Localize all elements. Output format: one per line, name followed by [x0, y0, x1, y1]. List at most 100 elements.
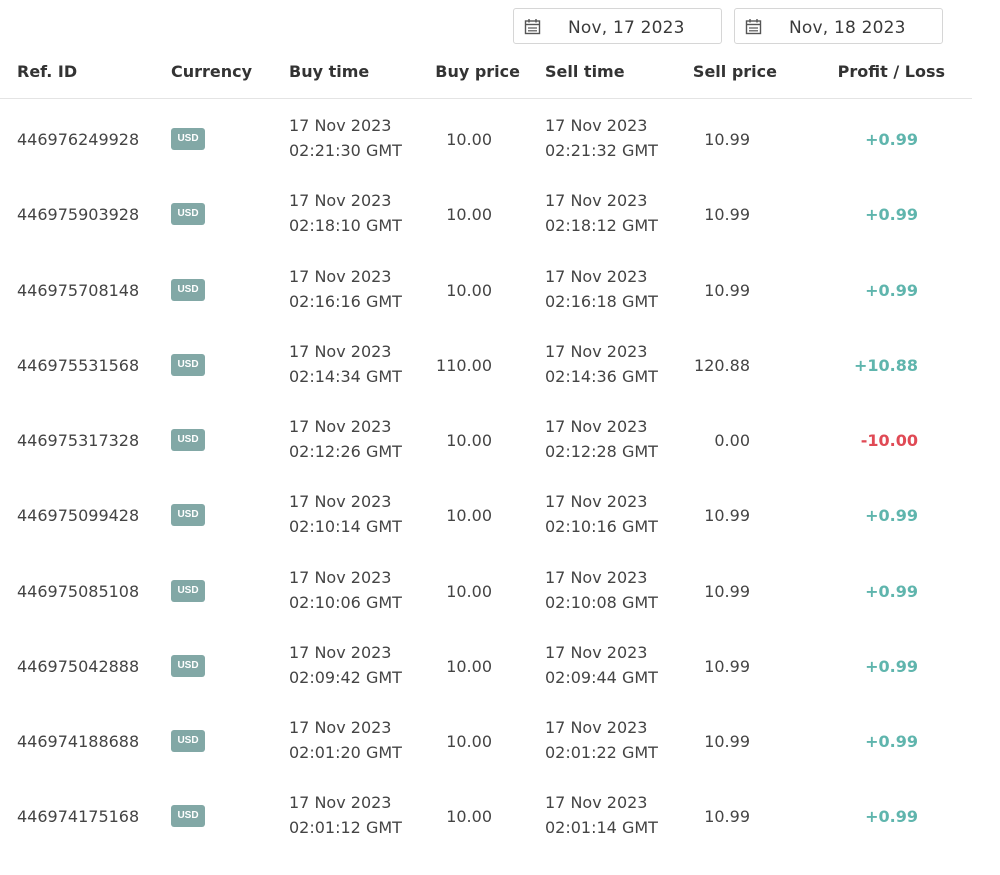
sell-price: 0.00 — [714, 431, 750, 450]
column-header-currency[interactable]: Currency — [171, 62, 252, 81]
buy-date: 17 Nov 2023 — [289, 267, 392, 286]
profit-loss: +0.99 — [865, 281, 918, 300]
sell-price: 10.99 — [704, 732, 750, 751]
profit-loss: +0.99 — [865, 732, 918, 751]
column-header-sell-time[interactable]: Sell time — [545, 62, 625, 81]
sell-price: 10.99 — [704, 807, 750, 826]
sell-clock: 02:12:28 GMT — [545, 442, 658, 461]
ref-id: 446975085108 — [17, 582, 140, 601]
sell-clock: 02:01:14 GMT — [545, 818, 658, 837]
buy-date: 17 Nov 2023 — [289, 417, 392, 436]
sell-time: 17 Nov 2023 02:21:32 GMT — [545, 113, 685, 163]
buy-date: 17 Nov 2023 — [289, 342, 392, 361]
buy-date: 17 Nov 2023 — [289, 191, 392, 210]
sell-time: 17 Nov 2023 02:09:44 GMT — [545, 640, 685, 690]
column-header-buy-time[interactable]: Buy time — [289, 62, 369, 81]
buy-price: 110.00 — [436, 356, 492, 375]
column-header-buy-price[interactable]: Buy price — [435, 62, 520, 81]
buy-time: 17 Nov 2023 02:16:16 GMT — [289, 264, 429, 314]
calendar-icon — [745, 19, 762, 35]
currency-badge: USD — [171, 354, 205, 376]
buy-clock: 02:12:26 GMT — [289, 442, 402, 461]
buy-price: 10.00 — [446, 732, 492, 751]
buy-price: 10.00 — [446, 657, 492, 676]
table-row[interactable]: 446976249928 USD 17 Nov 2023 02:21:30 GMT… — [0, 102, 972, 177]
buy-price: 10.00 — [446, 281, 492, 300]
sell-time: 17 Nov 2023 02:14:36 GMT — [545, 339, 685, 389]
sell-price: 10.99 — [704, 205, 750, 224]
profit-loss: +10.88 — [853, 356, 918, 375]
sell-time: 17 Nov 2023 02:01:22 GMT — [545, 715, 685, 765]
buy-price: 10.00 — [446, 506, 492, 525]
table-row[interactable]: 446975531568 USD 17 Nov 2023 02:14:34 GMT… — [0, 328, 972, 403]
sell-price: 120.88 — [694, 356, 750, 375]
table-row[interactable]: 446974188688 USD 17 Nov 2023 02:01:20 GMT… — [0, 704, 972, 779]
profit-loss: +0.99 — [865, 582, 918, 601]
ref-id: 446975708148 — [17, 281, 140, 300]
sell-price: 10.99 — [704, 582, 750, 601]
buy-time: 17 Nov 2023 02:14:34 GMT — [289, 339, 429, 389]
sell-price: 10.99 — [704, 506, 750, 525]
table-row[interactable]: 446975042888 USD 17 Nov 2023 02:09:42 GMT… — [0, 629, 972, 704]
buy-date: 17 Nov 2023 — [289, 116, 392, 135]
column-header-ref-id[interactable]: Ref. ID — [17, 62, 77, 81]
buy-clock: 02:18:10 GMT — [289, 216, 402, 235]
profit-loss: +0.99 — [865, 205, 918, 224]
buy-date: 17 Nov 2023 — [289, 643, 392, 662]
buy-time: 17 Nov 2023 02:18:10 GMT — [289, 188, 429, 238]
sell-date: 17 Nov 2023 — [545, 116, 648, 135]
table-row[interactable]: 446975085108 USD 17 Nov 2023 02:10:06 GMT… — [0, 554, 972, 629]
currency-badge: USD — [171, 504, 205, 526]
table-row[interactable]: 446974175168 USD 17 Nov 2023 02:01:12 GMT… — [0, 779, 972, 854]
buy-price: 10.00 — [446, 431, 492, 450]
table-row[interactable]: 446975708148 USD 17 Nov 2023 02:16:16 GMT… — [0, 253, 972, 328]
table-row[interactable]: 446975099428 USD 17 Nov 2023 02:10:14 GMT… — [0, 478, 972, 553]
table-row[interactable]: 446975903928 USD 17 Nov 2023 02:18:10 GMT… — [0, 177, 972, 252]
buy-clock: 02:10:06 GMT — [289, 593, 402, 612]
currency-badge: USD — [171, 805, 205, 827]
sell-price: 10.99 — [704, 281, 750, 300]
sell-time: 17 Nov 2023 02:10:08 GMT — [545, 565, 685, 615]
buy-time: 17 Nov 2023 02:01:20 GMT — [289, 715, 429, 765]
column-header-profit-loss[interactable]: Profit / Loss — [838, 62, 945, 81]
buy-clock: 02:01:12 GMT — [289, 818, 402, 837]
currency-badge: USD — [171, 279, 205, 301]
sell-date: 17 Nov 2023 — [545, 191, 648, 210]
ref-id: 446975317328 — [17, 431, 140, 450]
buy-time: 17 Nov 2023 02:10:14 GMT — [289, 489, 429, 539]
sell-price: 10.99 — [704, 130, 750, 149]
sell-date: 17 Nov 2023 — [545, 718, 648, 737]
buy-price: 10.00 — [446, 205, 492, 224]
sell-date: 17 Nov 2023 — [545, 342, 648, 361]
buy-clock: 02:16:16 GMT — [289, 292, 402, 311]
currency-badge: USD — [171, 730, 205, 752]
sell-clock: 02:14:36 GMT — [545, 367, 658, 386]
buy-time: 17 Nov 2023 02:21:30 GMT — [289, 113, 429, 163]
buy-date: 17 Nov 2023 — [289, 718, 392, 737]
sell-price: 10.99 — [704, 657, 750, 676]
sell-clock: 02:01:22 GMT — [545, 743, 658, 762]
date-to-picker[interactable]: Nov, 18 2023 — [734, 8, 943, 44]
ref-id: 446976249928 — [17, 130, 140, 149]
buy-price: 10.00 — [446, 582, 492, 601]
table-row[interactable]: 446975317328 USD 17 Nov 2023 02:12:26 GMT… — [0, 403, 972, 478]
date-from-picker[interactable]: Nov, 17 2023 — [513, 8, 722, 44]
sell-date: 17 Nov 2023 — [545, 568, 648, 587]
buy-clock: 02:10:14 GMT — [289, 517, 402, 536]
buy-time: 17 Nov 2023 02:10:06 GMT — [289, 565, 429, 615]
buy-price: 10.00 — [446, 130, 492, 149]
sell-date: 17 Nov 2023 — [545, 643, 648, 662]
sell-date: 17 Nov 2023 — [545, 793, 648, 812]
profit-loss: +0.99 — [865, 130, 918, 149]
buy-date: 17 Nov 2023 — [289, 793, 392, 812]
date-from-value: Nov, 17 2023 — [568, 18, 685, 38]
date-filters: Nov, 17 2023 Nov, 18 2023 — [513, 8, 943, 46]
sell-clock: 02:10:16 GMT — [545, 517, 658, 536]
calendar-icon — [524, 19, 541, 35]
sell-clock: 02:09:44 GMT — [545, 668, 658, 687]
currency-badge: USD — [171, 429, 205, 451]
sell-date: 17 Nov 2023 — [545, 417, 648, 436]
ref-id: 446975099428 — [17, 506, 140, 525]
column-header-sell-price[interactable]: Sell price — [693, 62, 777, 81]
ref-id: 446975531568 — [17, 356, 140, 375]
